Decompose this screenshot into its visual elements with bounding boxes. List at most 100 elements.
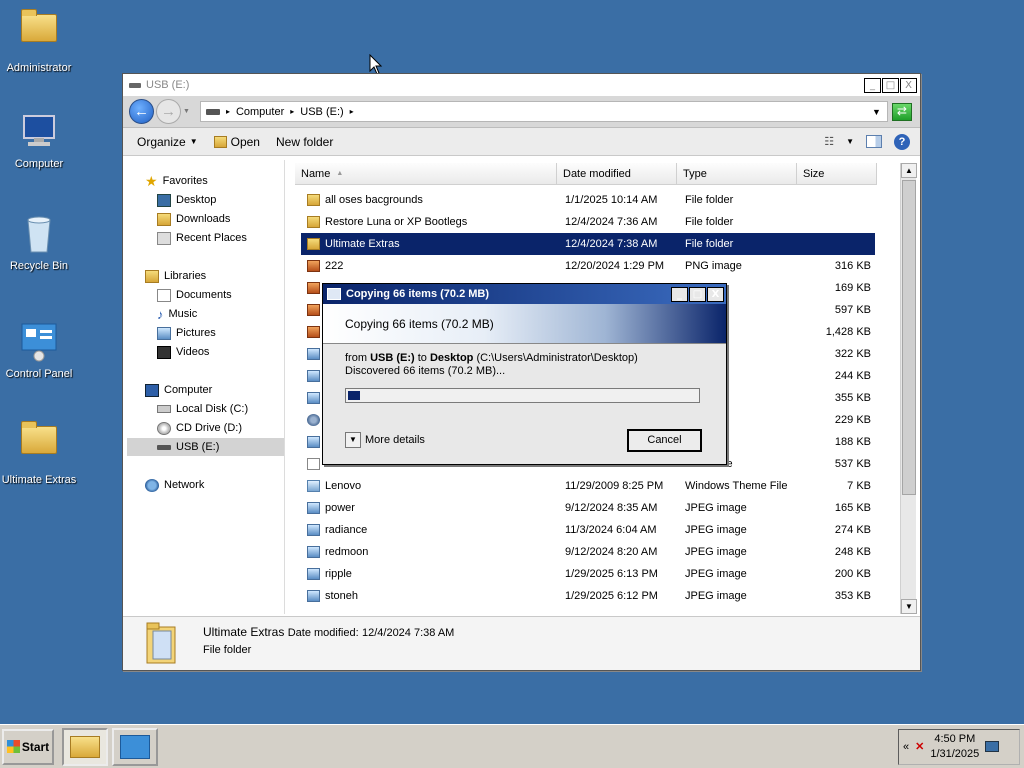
nav-pictures[interactable]: Pictures [157,324,216,342]
png-file-icon [307,282,320,294]
column-header-size[interactable]: Size [797,163,877,185]
to-prefix: to [417,352,427,364]
nav-libraries[interactable]: Libraries [145,267,206,285]
address-dropdown-icon[interactable]: ▼ [872,107,881,117]
folder-file-icon [307,216,320,228]
dialog-maximize-button[interactable]: □ [689,286,706,302]
cell-size: 7 KB [847,480,871,492]
vertical-scrollbar[interactable]: ▲ ▼ [900,163,917,614]
desktop-icon-computer[interactable]: Computer [0,110,78,170]
control-panel-icon [18,320,60,362]
refresh-button[interactable]: ⇄ [891,102,912,121]
view-options-icon[interactable]: ☷ [824,135,834,148]
table-row[interactable]: 222 12/20/2024 1:29 PM PNG image 316 KB [301,255,875,277]
start-button[interactable]: Start [2,728,54,765]
tray-expand-icon[interactable]: « [903,741,909,753]
column-header-name[interactable]: Name ▲ [295,163,557,185]
more-details-toggle[interactable]: ▼ [345,432,361,448]
organize-button[interactable]: Organize ▼ [137,135,198,149]
table-row[interactable]: Lenovo 11/29/2009 8:25 PM Windows Theme Fi… [301,475,875,497]
nav-cd-drive[interactable]: CD Drive (D:) [157,419,242,437]
new-folder-button[interactable]: New folder [276,135,333,149]
dialog-title-bar[interactable]: Copying 66 items (70.2 MB) _ □ X [323,284,726,304]
scroll-thumb[interactable] [902,180,916,495]
music-icon: ♪ [157,306,164,322]
clock-time: 4:50 PM [934,732,976,745]
scroll-down-button[interactable]: ▼ [901,599,917,614]
dialog-close-button[interactable]: X [707,286,724,302]
nav-label: Local Disk (C:) [176,403,249,415]
table-row[interactable]: all oses bacgrounds 1/1/2025 10:14 AM File… [301,189,875,211]
nav-favorites[interactable]: ★ Favorites [145,172,208,190]
nav-network[interactable]: Network [145,476,204,494]
cancel-button[interactable]: Cancel [627,428,702,452]
table-row[interactable]: Ultimate Extras 12/4/2024 7:38 AM File fol… [301,233,875,255]
forward-button[interactable]: → [156,99,181,124]
table-row[interactable]: Restore Luna or XP Bootlegs 12/4/2024 7:3… [301,211,875,233]
nav-computer[interactable]: Computer [145,381,212,399]
nav-desktop[interactable]: Desktop [157,191,216,209]
table-row[interactable]: stoneh 1/29/2025 6:12 PM JPEG image 353 KB [301,585,875,607]
preview-pane-icon[interactable] [866,135,882,148]
open-button[interactable]: Open [213,134,260,149]
desktop-icon-administrator[interactable]: Administrator [0,6,78,74]
taskbar-control-panel-button[interactable] [112,727,158,766]
back-button[interactable]: ← [129,99,154,124]
table-row[interactable]: radiance 11/3/2024 6:04 AM JPEG image 274 K… [301,519,875,541]
volume-muted-icon[interactable]: ✕ [915,740,924,753]
help-icon[interactable]: ? [894,133,910,150]
jpg-file-icon [307,568,320,580]
file-name: stoneh [325,590,359,602]
nav-recent-places[interactable]: Recent Places [157,229,247,247]
breadcrumb-caret-icon[interactable]: ▸ [350,107,354,116]
sort-arrow-icon: ▲ [336,170,344,177]
address-bar[interactable]: ▸ Computer ▸ USB (E:) ▸ ▼ [199,101,888,122]
desktop-icon-ultimate-extras[interactable]: Ultimate Extras [0,418,78,486]
more-details-label[interactable]: More details [365,434,425,446]
nav-music[interactable]: ♪ Music [157,305,197,323]
history-dropdown-icon[interactable]: ▼ [183,108,190,115]
nav-local-disk[interactable]: Local Disk (C:) [157,400,248,418]
title-bar[interactable]: USB (E:) _ □ X [123,74,920,96]
view-dropdown-icon[interactable]: ▼ [846,137,854,146]
nav-label: Network [164,479,205,491]
nav-downloads[interactable]: Downloads [157,210,230,228]
nav-label: Favorites [162,175,208,187]
desktop-icon-control-panel[interactable]: Control Panel [0,320,78,380]
cell-size: 1,428 KB [825,326,871,338]
breadcrumb-caret-icon[interactable]: ▸ [290,107,294,116]
breadcrumb-caret-icon[interactable]: ▸ [226,107,230,116]
column-header-date[interactable]: Date modified [557,163,677,185]
usb-drive-icon [157,444,171,450]
table-row[interactable]: redmoon 9/12/2024 8:20 AM JPEG image 248 KB [301,541,875,563]
file-name: power [325,502,355,514]
copy-destination: Desktop [429,352,474,364]
taskbar-explorer-button[interactable] [62,727,108,766]
breadcrumb-computer[interactable]: Computer [236,106,284,118]
control-panel-icon [120,734,150,759]
table-row[interactable]: ripple 1/29/2025 6:13 PM JPEG image 200 KB [301,563,875,585]
maximize-button[interactable]: □ [882,77,899,93]
nav-documents[interactable]: Documents [157,286,232,304]
scroll-up-button[interactable]: ▲ [901,163,917,178]
cell-name: redmoon [301,546,559,558]
nav-usb-drive[interactable]: USB (E:) [127,438,284,456]
open-label: Open [230,134,260,149]
hard-disk-icon [157,405,171,413]
table-row[interactable]: power 9/12/2024 8:35 AM JPEG image 165 KB [301,497,875,519]
clock[interactable]: 4:50 PM 1/31/2025 [930,732,979,762]
jpg-file-icon [307,524,320,536]
breadcrumb-usb[interactable]: USB (E:) [300,106,343,118]
png-file-icon [307,260,320,272]
cell-type: File folder [685,216,734,228]
dialog-minimize-button[interactable]: _ [671,286,688,302]
cd-drive-icon [157,421,171,435]
downloads-icon [157,212,171,226]
nav-videos[interactable]: Videos [157,343,209,361]
column-header-type[interactable]: Type [677,163,797,185]
close-button[interactable]: X [900,77,917,93]
minimize-button[interactable]: _ [864,77,881,93]
cell-date: 9/12/2024 8:35 AM [565,502,658,514]
show-desktop-icon[interactable] [985,741,1000,752]
desktop-icon-recycle-bin[interactable]: Recycle Bin [0,212,78,272]
